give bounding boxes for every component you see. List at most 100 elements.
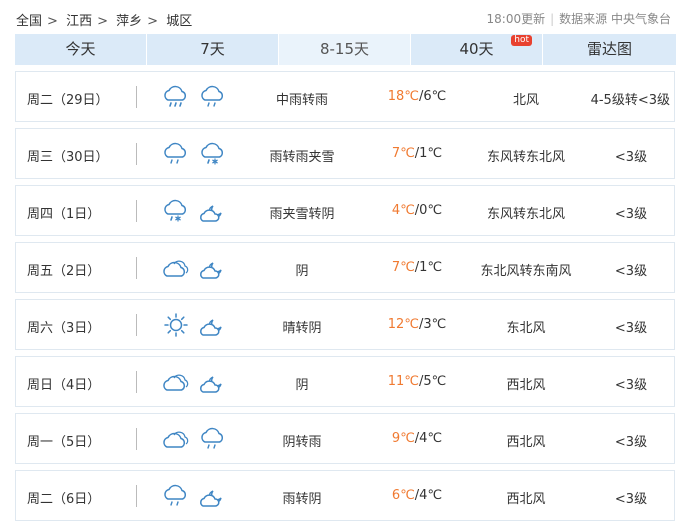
day-label: 周日（4日） — [27, 378, 101, 393]
low-temp: /3℃ — [418, 317, 447, 332]
wind-level: <3级 — [614, 321, 648, 336]
sleet-icon — [201, 142, 224, 165]
tab-8-15days[interactable]: 8-15天 — [279, 34, 410, 65]
rain-light-icon — [164, 142, 187, 164]
wind-level: <3级 — [614, 435, 648, 450]
low-temp: /1℃ — [414, 260, 443, 275]
forecast-row: 周一（5日） 阴转雨 9℃/4℃ 西北风 <3级 — [15, 413, 675, 464]
tab-40days[interactable]: 40天 hot — [411, 34, 542, 65]
high-temp: 4℃ — [391, 203, 415, 218]
wind-level: <3级 — [614, 207, 648, 222]
tab-label: 今天 — [65, 40, 96, 58]
low-temp: /4℃ — [414, 488, 443, 503]
tab-7days[interactable]: 7天 — [147, 34, 278, 65]
temperature: 4℃/0℃ — [362, 203, 472, 218]
divider: | — [550, 12, 555, 26]
divider — [136, 428, 137, 450]
high-temp: 9℃ — [391, 431, 415, 446]
day-label: 周四（1日） — [27, 207, 101, 222]
divider — [136, 314, 137, 336]
overcast-icon — [163, 431, 189, 448]
forecast-row: 周四（1日） 雨夹雪转阴 4℃/0℃ 东风转东北风 <3级 — [15, 185, 675, 236]
wind-level: <3级 — [614, 264, 648, 279]
wind-direction: 西北风 — [506, 378, 546, 393]
tab-radar[interactable]: 雷达图 — [543, 34, 676, 65]
forecast-row: 周五（2日） 阴 7℃/1℃ 东北风转东南风 <3级 — [15, 242, 675, 293]
high-temp: 7℃ — [391, 146, 415, 161]
sleet-icon — [164, 199, 187, 222]
overcast-icon — [163, 260, 189, 277]
overcast-night-icon — [200, 490, 222, 507]
breadcrumb-item-province[interactable]: 江西 — [66, 14, 92, 29]
high-temp: 12℃ — [387, 317, 419, 332]
tab-label: 雷达图 — [586, 40, 632, 58]
forecast-row: 周二（6日） 雨转阴 6℃/4℃ 西北风 <3级 — [15, 470, 675, 521]
weather-desc: 晴转阴 — [282, 321, 322, 336]
weather-desc: 雨转雨夹雪 — [269, 150, 335, 165]
day-label: 周二（29日） — [27, 93, 109, 108]
breadcrumb-item-district: 城区 — [166, 14, 193, 29]
wind-direction: 西北风 — [506, 435, 546, 450]
breadcrumb-item-city[interactable]: 萍乡 — [116, 14, 142, 29]
high-temp: 7℃ — [391, 260, 415, 275]
weather-desc: 雨夹雪转阴 — [269, 207, 335, 222]
day-label: 周二（6日） — [27, 492, 101, 507]
day-label: 周五（2日） — [27, 264, 101, 279]
rain-light-icon — [164, 484, 187, 506]
temperature: 12℃/3℃ — [362, 317, 472, 332]
breadcrumb-separator: > — [147, 14, 159, 29]
breadcrumb: 全国 > 江西 > 萍乡 > 城区 — [16, 10, 195, 29]
divider — [136, 371, 137, 393]
rain-light-icon — [201, 427, 224, 449]
forecast-row: 周三（30日） 雨转雨夹雪 7℃/1℃ 东风转东北风 <3级 — [15, 128, 675, 179]
wind-direction: 东北风转东南风 — [480, 264, 572, 279]
low-temp: /0℃ — [414, 203, 443, 218]
forecast-row: 周二（29日） 中雨转雨 18℃/6℃ 北风 4-5级转<3级 — [15, 71, 675, 122]
overcast-icon — [163, 374, 189, 391]
wind-direction: 东北风 — [506, 321, 546, 336]
overcast-night-icon — [200, 319, 222, 336]
wind-direction: 东风转东北风 — [486, 207, 565, 222]
tab-label: 40天 — [459, 40, 494, 58]
temperature: 18℃/6℃ — [362, 89, 472, 104]
hot-badge: hot — [511, 35, 532, 46]
wind-direction: 北风 — [512, 93, 539, 108]
weather-desc: 雨转阴 — [282, 492, 322, 507]
divider — [136, 86, 137, 108]
temperature: 6℃/4℃ — [362, 488, 472, 503]
day-label: 周一（5日） — [27, 435, 101, 450]
high-temp: 18℃ — [387, 89, 419, 104]
tab-today[interactable]: 今天 — [15, 34, 146, 65]
high-temp: 6℃ — [391, 488, 415, 503]
temperature: 7℃/1℃ — [362, 146, 472, 161]
breadcrumb-separator: > — [97, 14, 108, 29]
update-time: 18:00更新 — [486, 12, 546, 26]
forecast-row: 周六（3日） 晴转阴 12℃/3℃ 东北风 <3级 — [15, 299, 675, 350]
tab-label: 8-15天 — [319, 40, 370, 58]
divider — [136, 200, 137, 222]
divider — [136, 485, 137, 507]
low-temp: /6℃ — [418, 89, 447, 104]
temperature: 7℃/1℃ — [362, 260, 472, 275]
tab-label: 7天 — [200, 40, 225, 58]
wind-level: <3级 — [614, 378, 648, 393]
wind-level: 4-5级转<3级 — [590, 93, 670, 108]
forecast-row: 周日（4日） 阴 11℃/5℃ 西北风 <3级 — [15, 356, 675, 407]
divider — [136, 143, 137, 165]
temperature: 11℃/5℃ — [362, 374, 472, 389]
source-label: 数据来源 中央气象台 — [559, 12, 671, 26]
weather-desc: 阴 — [295, 264, 309, 279]
low-temp: /4℃ — [414, 431, 443, 446]
overcast-night-icon — [200, 205, 222, 222]
low-temp: /5℃ — [418, 374, 447, 389]
breadcrumb-item-country[interactable]: 全国 — [16, 14, 42, 29]
divider — [136, 257, 137, 279]
high-temp: 11℃ — [387, 374, 419, 389]
weather-desc: 中雨转雨 — [275, 93, 328, 108]
weather-desc: 阴 — [295, 378, 309, 393]
low-temp: /1℃ — [414, 146, 443, 161]
breadcrumb-separator: > — [47, 14, 58, 29]
weather-desc: 阴转雨 — [282, 435, 322, 450]
rain-light-icon — [201, 85, 224, 107]
wind-direction: 西北风 — [506, 492, 546, 507]
